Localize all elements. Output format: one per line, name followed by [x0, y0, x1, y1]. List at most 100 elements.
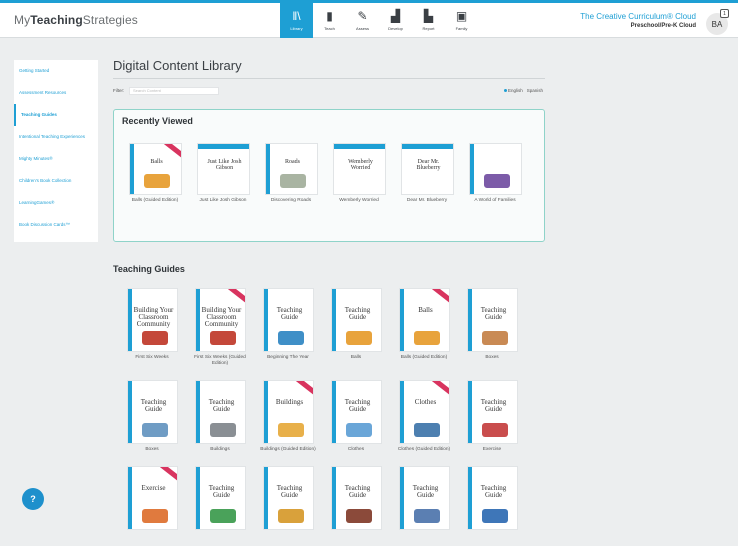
book-cover[interactable]: Teaching Guide — [330, 288, 382, 352]
cover-title: Teaching Guide — [412, 484, 439, 499]
card-caption[interactable]: Balls (Guided Edition) — [125, 198, 185, 204]
main-content: Digital Content Library Filter: Search C… — [113, 52, 545, 546]
book-cover[interactable]: Building Your Classroom Community — [194, 288, 246, 352]
book-cover[interactable]: Just Like Josh Gibson — [196, 143, 250, 195]
content-card[interactable]: Exercise — [118, 466, 186, 533]
card-caption[interactable]: Wemberly Worried — [329, 198, 389, 204]
card-caption[interactable]: Buildings — [190, 447, 250, 453]
notification-badge[interactable]: 1 — [720, 9, 729, 18]
sidebar-item[interactable]: LearningGames® — [14, 192, 98, 214]
lang-english-option[interactable]: English — [503, 88, 523, 93]
content-card[interactable]: Just Like Josh Gibson Just Like Josh Gibs… — [189, 143, 257, 204]
cover-illustration — [481, 509, 508, 523]
nav-library[interactable]: ǁ\ Library — [280, 3, 313, 38]
content-card[interactable]: Balls Balls (Guided Edition) — [390, 288, 458, 367]
content-card[interactable]: Wemberly Worried Wemberly Worried — [325, 143, 393, 204]
sidebar-item[interactable]: Mighty Minutes® — [14, 148, 98, 170]
book-cover[interactable]: Roads — [264, 143, 318, 195]
sidebar-item[interactable]: Intentional Teaching Experiences — [14, 126, 98, 148]
card-caption[interactable]: Buildings (Guided Edition) — [258, 447, 318, 453]
sidebar-item[interactable]: Children's Book Collection — [14, 170, 98, 192]
book-cover[interactable]: Teaching Guide — [466, 466, 518, 530]
avatar[interactable]: BA 1 — [706, 9, 729, 35]
content-card[interactable]: Teaching Guide — [254, 466, 322, 533]
book-cover[interactable]: Teaching Guide — [398, 466, 450, 530]
card-caption[interactable]: Balls — [326, 355, 386, 361]
card-caption[interactable]: Discovering Roads — [261, 198, 321, 204]
book-cover[interactable]: Teaching Guide — [466, 380, 518, 444]
book-cover[interactable]: Dear Mr. Blueberry — [400, 143, 454, 195]
book-cover[interactable] — [468, 143, 522, 195]
filter-input[interactable]: Search Content — [129, 87, 219, 95]
guided-ribbon — [227, 289, 245, 304]
cover-title: Dear Mr. Blueberry — [416, 159, 441, 171]
book-cover[interactable]: Exercise — [126, 466, 178, 530]
book-cover[interactable]: Buildings — [262, 380, 314, 444]
content-card[interactable]: Teaching Guide — [186, 466, 254, 533]
card-caption[interactable]: Clothes — [326, 447, 386, 453]
card-caption[interactable]: Boxes — [122, 447, 182, 453]
book-cover[interactable]: Teaching Guide — [330, 380, 382, 444]
sidebar-item[interactable]: Assessment Resources — [14, 82, 98, 104]
card-caption[interactable]: First Six Weeks — [122, 355, 182, 361]
guided-ribbon — [431, 381, 449, 396]
cover-title: Building Your Classroom Community — [133, 306, 174, 328]
content-card[interactable]: A World of Families — [461, 143, 529, 204]
content-card[interactable]: Building Your Classroom Community First S… — [118, 288, 186, 367]
book-cover[interactable]: Teaching Guide — [466, 288, 518, 352]
nav-develop[interactable]: ▟ Develop — [379, 3, 412, 38]
content-card[interactable]: Teaching Guide Beginning The Year — [254, 288, 322, 367]
book-cover[interactable]: Teaching Guide — [126, 380, 178, 444]
lang-spanish-option[interactable]: Spanish — [527, 88, 543, 93]
filter-row: Filter: Search Content English Spanish — [113, 84, 545, 100]
nav-assess[interactable]: ✎ Assess — [346, 3, 379, 38]
card-caption[interactable]: Exercise — [462, 447, 522, 453]
sidebar: Getting Started Assessment Resources Teach… — [14, 60, 98, 242]
content-card[interactable]: Teaching Guide Boxes — [458, 288, 526, 367]
content-card[interactable]: Teaching Guide Balls — [322, 288, 390, 367]
book-cover[interactable]: Clothes — [398, 380, 450, 444]
cover-illustration — [141, 423, 168, 437]
content-card[interactable]: Teaching Guide Exercise — [458, 380, 526, 453]
cover-title: Teaching Guide — [480, 398, 507, 413]
content-card[interactable]: Teaching Guide — [322, 466, 390, 533]
card-caption[interactable]: A World of Families — [465, 198, 525, 204]
content-card[interactable]: Teaching Guide Boxes — [118, 380, 186, 453]
book-cover[interactable]: Wemberly Worried — [332, 143, 386, 195]
content-card[interactable]: Balls Balls (Guided Edition) — [121, 143, 189, 204]
content-card[interactable]: Teaching Guide — [458, 466, 526, 533]
card-caption[interactable]: Clothes (Guided Edition) — [394, 447, 454, 453]
content-card[interactable]: Dear Mr. Blueberry Dear Mr. Blueberry — [393, 143, 461, 204]
book-cover[interactable]: Teaching Guide — [262, 288, 314, 352]
book-cover[interactable]: Balls — [128, 143, 182, 195]
brand-logo[interactable]: MyTeachingStrategies — [14, 13, 138, 27]
content-card[interactable]: Building Your Classroom Community First S… — [186, 288, 254, 367]
sidebar-item[interactable]: Teaching Guides — [14, 104, 98, 126]
card-caption[interactable]: Dear Mr. Blueberry — [397, 198, 457, 204]
book-cover[interactable]: Teaching Guide — [194, 466, 246, 530]
nav-report[interactable]: ▙ Report — [412, 3, 445, 38]
card-caption[interactable]: First Six Weeks (Guided Edition) — [190, 355, 250, 367]
book-cover[interactable]: Balls — [398, 288, 450, 352]
book-cover[interactable]: Teaching Guide — [194, 380, 246, 444]
card-caption[interactable]: Beginning The Year — [258, 355, 318, 361]
content-card[interactable]: Teaching Guide Buildings — [186, 380, 254, 453]
content-card[interactable]: Teaching Guide Clothes — [322, 380, 390, 453]
content-card[interactable]: Teaching Guide — [390, 466, 458, 533]
content-card[interactable]: Buildings Buildings (Guided Edition) — [254, 380, 322, 453]
filter-label: Filter: — [113, 88, 125, 93]
card-caption[interactable]: Just Like Josh Gibson — [193, 198, 253, 204]
sidebar-item[interactable]: Getting Started — [14, 60, 98, 82]
sidebar-item[interactable]: Book Discussion Cards™ — [14, 214, 98, 236]
cloud-switcher[interactable]: The Creative Curriculum® Cloud Preschool… — [580, 12, 696, 29]
nav-family[interactable]: ▣ Family — [445, 3, 478, 38]
help-button[interactable]: ? — [22, 488, 44, 510]
content-card[interactable]: Clothes Clothes (Guided Edition) — [390, 380, 458, 453]
card-caption[interactable]: Balls (Guided Edition) — [394, 355, 454, 361]
nav-teach[interactable]: ▮ Teach — [313, 3, 346, 38]
content-card[interactable]: Roads Discovering Roads — [257, 143, 325, 204]
book-cover[interactable]: Teaching Guide — [330, 466, 382, 530]
card-caption[interactable]: Boxes — [462, 355, 522, 361]
book-cover[interactable]: Teaching Guide — [262, 466, 314, 530]
book-cover[interactable]: Building Your Classroom Community — [126, 288, 178, 352]
